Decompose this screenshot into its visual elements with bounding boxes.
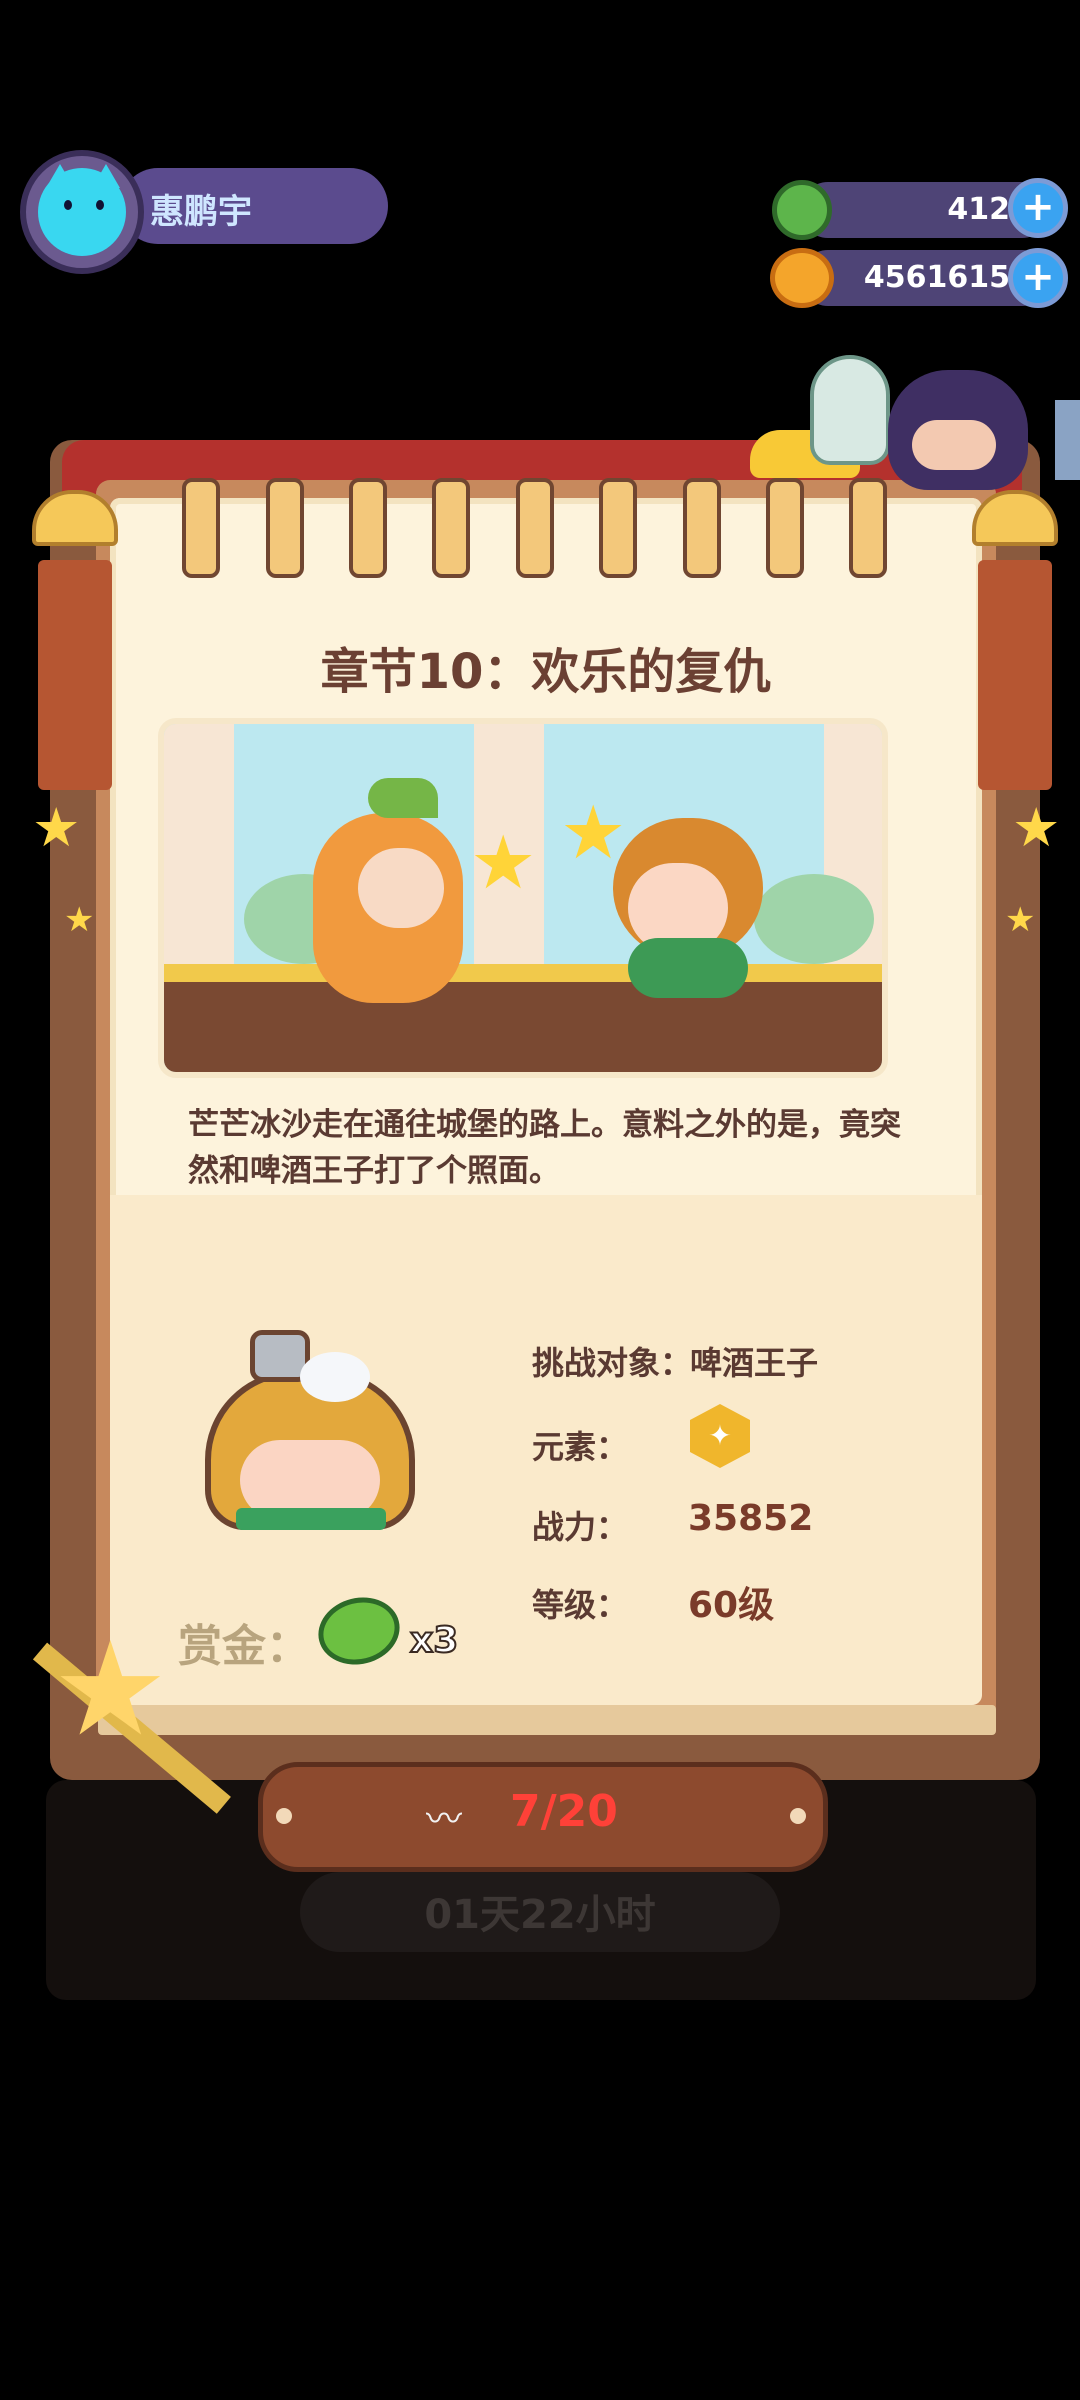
mango-character-face bbox=[358, 848, 444, 928]
star-icon: ★ bbox=[1005, 900, 1036, 940]
star-icon: ★ bbox=[64, 900, 95, 940]
ground bbox=[164, 982, 882, 1072]
boss-collar bbox=[236, 1508, 386, 1530]
avatar-eye-right bbox=[96, 200, 104, 210]
add-gem-button[interactable]: + bbox=[1008, 178, 1068, 238]
star-icon: ★ bbox=[32, 796, 81, 859]
worm-icon: 〰 bbox=[426, 1799, 463, 1840]
beer-prince-body bbox=[628, 938, 748, 998]
foam-cap bbox=[300, 1352, 370, 1402]
avatar-ear-right bbox=[92, 164, 120, 188]
notebook-page-edge bbox=[98, 1705, 996, 1735]
impact-star-icon: ★ bbox=[470, 820, 537, 906]
timer-text: 01天22小时 bbox=[424, 1892, 656, 1938]
avatar-ear-left bbox=[46, 164, 74, 188]
binder-ring bbox=[766, 478, 804, 578]
add-coin-button[interactable]: + bbox=[1008, 248, 1068, 308]
progress-count: 7/20 bbox=[510, 1786, 618, 1837]
element-star-glyph: ✦ bbox=[708, 1419, 732, 1452]
impact-star-icon: ★ bbox=[560, 790, 627, 876]
nail bbox=[790, 1808, 806, 1824]
binder-ring bbox=[349, 478, 387, 578]
level-label: 等级： bbox=[532, 1586, 629, 1624]
left-banner bbox=[38, 560, 112, 790]
cat-mascot-face bbox=[912, 420, 996, 470]
challenge-target-name: 啤酒王子 bbox=[690, 1344, 819, 1382]
reward-label: 赏金： bbox=[178, 1621, 310, 1672]
right-banner bbox=[978, 560, 1052, 790]
mango-character-leaf bbox=[368, 778, 438, 818]
power-value: 35852 bbox=[688, 1498, 814, 1539]
star-icon: ★ bbox=[1012, 796, 1061, 859]
challenge-target-label: 挑战对象： bbox=[532, 1344, 693, 1382]
pillar bbox=[164, 724, 234, 984]
binder-ring bbox=[432, 478, 470, 578]
binder-ring bbox=[599, 478, 637, 578]
chapter-title: 章节10：欢乐的复仇 bbox=[320, 644, 772, 700]
binder-ring bbox=[182, 478, 220, 578]
player-name: 惠鹏宇 bbox=[150, 192, 252, 232]
avatar-eye-left bbox=[64, 200, 72, 210]
ribbon-star-icon: ★ bbox=[52, 1613, 169, 1765]
element-label: 元素： bbox=[532, 1428, 629, 1466]
bush bbox=[754, 874, 874, 964]
level-value: 60级 bbox=[688, 1585, 775, 1626]
coin-count: 4561615 bbox=[863, 260, 1010, 295]
power-label: 战力： bbox=[532, 1508, 629, 1546]
ground-stripe bbox=[164, 964, 882, 982]
binder-ring bbox=[683, 478, 721, 578]
binder-ring bbox=[849, 478, 887, 578]
chapter-description: 芒芒冰沙走在通往城堡的路上。意料之外的是，竟突然和啤酒王子打了个照面。 bbox=[188, 1107, 901, 1189]
side-clip-decoration bbox=[1055, 400, 1080, 480]
binder-ring bbox=[516, 478, 554, 578]
binder-ring bbox=[266, 478, 304, 578]
rocket-decoration bbox=[810, 355, 890, 465]
gem-count: 412 bbox=[947, 192, 1010, 227]
reward-multiplier: x3 bbox=[409, 1619, 459, 1662]
nail bbox=[276, 1808, 292, 1824]
